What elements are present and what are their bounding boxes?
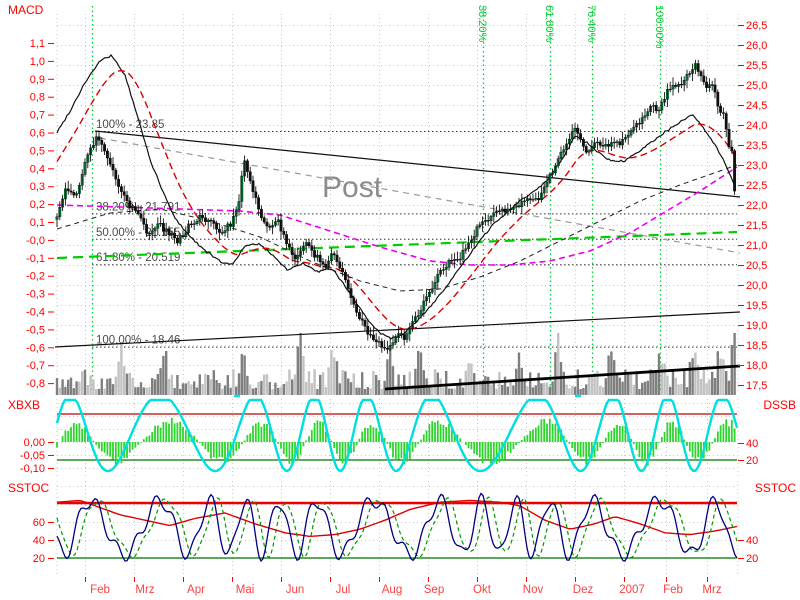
svg-text:-0,0: -0,0 <box>26 235 45 247</box>
svg-text:Nov: Nov <box>523 584 544 596</box>
svg-text:-0,3: -0,3 <box>26 289 45 301</box>
svg-text:1,0: 1,0 <box>30 56 45 68</box>
svg-text:0,6: 0,6 <box>30 128 45 140</box>
middle-panel-left-title: XBXB <box>8 398 40 412</box>
svg-text:20: 20 <box>746 553 758 565</box>
middle-panel-right-title: DSSB <box>763 398 796 412</box>
svg-text:-0,4: -0,4 <box>26 307 45 319</box>
svg-text:19,5: 19,5 <box>746 300 767 312</box>
svg-text:0,8: 0,8 <box>30 92 45 104</box>
svg-text:17,5: 17,5 <box>746 380 767 392</box>
svg-text:Jul: Jul <box>336 584 351 596</box>
svg-text:76.40%: 76.40% <box>585 5 597 43</box>
svg-text:0,5: 0,5 <box>30 145 45 157</box>
main-panel-title: MACD <box>8 3 44 17</box>
svg-text:60: 60 <box>33 517 45 529</box>
svg-text:Feb: Feb <box>663 584 683 596</box>
svg-text:0,3: 0,3 <box>30 181 45 193</box>
svg-text:0,9: 0,9 <box>30 74 45 86</box>
svg-text:18,5: 18,5 <box>746 340 767 352</box>
svg-text:-0,7: -0,7 <box>26 360 45 372</box>
svg-text:25,0: 25,0 <box>746 80 767 92</box>
svg-text:0,2: 0,2 <box>30 199 45 211</box>
svg-text:25,5: 25,5 <box>746 60 767 72</box>
svg-text:Aug: Aug <box>382 584 402 596</box>
month-axis: Feb Mrz Apr Mai Jun Jul Aug Sep Okt Nov Dez 2007 Feb… <box>86 577 722 596</box>
svg-text:20,0: 20,0 <box>746 280 767 292</box>
bottom-panel-left-title: SSTOC <box>8 481 49 495</box>
svg-text:-0,05: -0,05 <box>20 450 45 462</box>
svg-text:Mrz: Mrz <box>702 584 721 596</box>
svg-text:20,5: 20,5 <box>746 260 767 272</box>
svg-text:100.00%: 100.00% <box>653 5 665 49</box>
svg-text:23,5: 23,5 <box>746 140 767 152</box>
svg-text:0,4: 0,4 <box>30 163 45 175</box>
middle-oscillator-panel <box>57 400 737 471</box>
svg-text:Feb: Feb <box>90 584 110 596</box>
svg-text:0,7: 0,7 <box>30 110 45 122</box>
svg-text:20: 20 <box>33 553 45 565</box>
svg-text:Sep: Sep <box>424 584 444 596</box>
bottom-panel-right-title: SSTOC <box>755 481 796 495</box>
svg-text:38.20%: 38.20% <box>476 5 488 43</box>
svg-text:0,1: 0,1 <box>30 217 45 229</box>
svg-text:20: 20 <box>746 455 758 467</box>
svg-text:19,0: 19,0 <box>746 320 767 332</box>
generated-chart-layers: 38.20%61.80%76.40%100.00%100% - 23.8538.… <box>20 5 768 596</box>
svg-text:-0,2: -0,2 <box>26 271 45 283</box>
svg-text:23,0: 23,0 <box>746 160 767 172</box>
svg-text:Mai: Mai <box>236 584 255 596</box>
svg-text:24,5: 24,5 <box>746 100 767 112</box>
svg-text:21,0: 21,0 <box>746 240 767 252</box>
grid <box>57 14 738 575</box>
macd-lines <box>57 55 735 339</box>
svg-text:Jun: Jun <box>286 584 305 596</box>
charting-application-window: 38.20%61.80%76.40%100.00%100% - 23.8538.… <box>0 0 800 600</box>
svg-text:-0,5: -0,5 <box>26 324 45 336</box>
stochastic-panel <box>57 494 737 562</box>
watermark-text: Post <box>322 171 383 204</box>
svg-text:40: 40 <box>33 535 45 547</box>
svg-text:61.80%: 61.80% <box>543 5 555 43</box>
svg-text:18,0: 18,0 <box>746 360 767 372</box>
svg-text:1,1: 1,1 <box>30 38 45 50</box>
svg-text:22,0: 22,0 <box>746 200 767 212</box>
svg-text:Dez: Dez <box>573 584 594 596</box>
svg-text:40: 40 <box>746 535 758 547</box>
chart-canvas[interactable]: 38.20%61.80%76.40%100.00%100% - 23.8538.… <box>0 0 800 600</box>
svg-text:2007: 2007 <box>619 584 645 596</box>
svg-text:24,0: 24,0 <box>746 120 767 132</box>
svg-text:22,5: 22,5 <box>746 180 767 192</box>
svg-text:Apr: Apr <box>187 584 205 596</box>
svg-text:Mrz: Mrz <box>135 584 154 596</box>
svg-text:21,5: 21,5 <box>746 220 767 232</box>
svg-text:26,0: 26,0 <box>746 40 767 52</box>
axis-labels: 1,1 1,0 0,9 0,8 0,7 0,6 0,5 0,4 0,3 0,2 0,1 -0,0 -0,… <box>20 20 768 565</box>
svg-text:26,5: 26,5 <box>746 20 767 32</box>
svg-text:40: 40 <box>746 438 758 450</box>
svg-text:-0,10: -0,10 <box>20 463 45 475</box>
svg-text:-0,1: -0,1 <box>26 253 45 265</box>
svg-text:-0,8: -0,8 <box>26 378 45 390</box>
svg-text:Okt: Okt <box>473 584 492 596</box>
svg-text:0,00: 0,00 <box>24 437 45 449</box>
svg-text:-0,6: -0,6 <box>26 342 45 354</box>
